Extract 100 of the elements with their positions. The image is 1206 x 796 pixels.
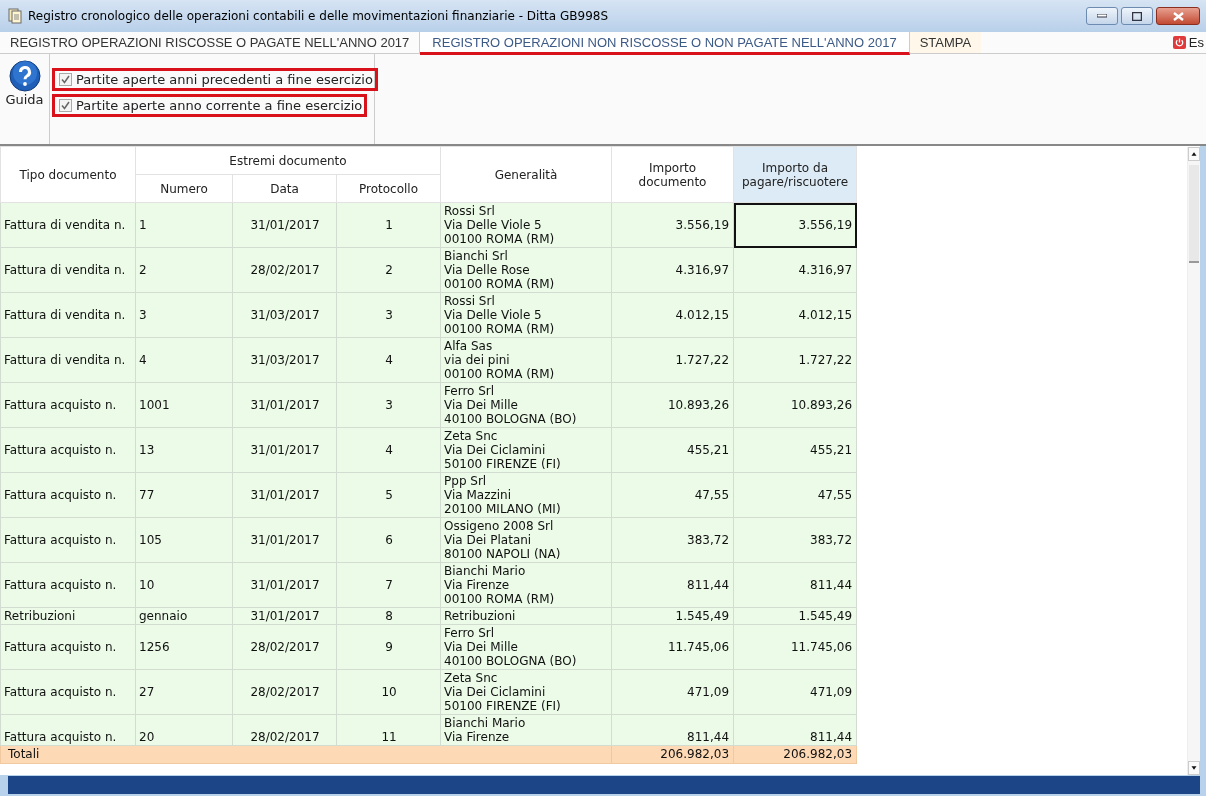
tab[interactable]: REGISTRO OPERAZIONI NON RISCOSSE O NON PAGATE NELL'ANNO 2017 (420, 32, 910, 55)
table-cell: 31/01/2017 (232, 202, 337, 248)
checkbox[interactable] (59, 99, 72, 112)
table-cell: Fattura acquisto n. (0, 382, 136, 428)
table-cell: 11.745,06 (733, 624, 857, 670)
column-header: Importo documento (611, 146, 734, 203)
table-cell: 31/03/2017 (232, 292, 337, 338)
table-cell: Bianchi Mario Via Firenze (440, 714, 612, 746)
table-cell: Ferro Srl Via Dei Mille 40100 BOLOGNA (BO) (440, 624, 612, 670)
table-cell: 4.012,15 (733, 292, 857, 338)
table-cell: 383,72 (611, 517, 734, 563)
table-cell: Zeta Snc Via Dei Ciclamini 50100 FIRENZE (FI) (440, 427, 612, 473)
scrollbar-thumb[interactable] (1189, 165, 1199, 263)
column-header: Numero (135, 174, 233, 203)
table-cell: 28/02/2017 (232, 247, 337, 293)
table-cell: 4.012,15 (611, 292, 734, 338)
table-cell: 9 (336, 624, 441, 670)
help-icon (8, 60, 41, 92)
table-cell: 1.727,22 (733, 337, 857, 383)
table-cell: Fattura di vendita n. (0, 202, 136, 248)
table-cell: 4.316,97 (733, 247, 857, 293)
table-cell: 3.556,19 (733, 202, 857, 248)
table-cell: 1001 (135, 382, 233, 428)
column-header: Tipo documento (0, 146, 136, 203)
table-cell: 1256 (135, 624, 233, 670)
table-cell: Fattura acquisto n. (0, 562, 136, 608)
table-cell: 455,21 (611, 427, 734, 473)
scroll-down-icon[interactable] (1188, 761, 1200, 775)
table-cell: Rossi Srl Via Delle Viole 5 00100 ROMA (RM) (440, 202, 612, 248)
close-icon (1172, 11, 1184, 21)
table-cell: 11.745,06 (611, 624, 734, 670)
maximize-icon (1132, 11, 1142, 21)
table-cell: Fattura acquisto n. (0, 669, 136, 715)
help-button[interactable]: Guida (0, 54, 50, 144)
table-cell: 105 (135, 517, 233, 563)
table-cell: 31/01/2017 (232, 472, 337, 518)
tab[interactable]: STAMPA (909, 32, 982, 53)
table-cell: 28/02/2017 (232, 714, 337, 746)
table-cell: 1 (336, 202, 441, 248)
table-cell: Fattura acquisto n. (0, 517, 136, 563)
table-cell: Fattura di vendita n. (0, 247, 136, 293)
table-cell: 20 (135, 714, 233, 746)
table-cell: 10.893,26 (611, 382, 734, 428)
table-cell: 471,09 (611, 669, 734, 715)
table-cell: Rossi Srl Via Delle Viole 5 00100 ROMA (RM) (440, 292, 612, 338)
table-cell: 3 (336, 292, 441, 338)
table-cell: Ppp Srl Via Mazzini 20100 MILANO (MI) (440, 472, 612, 518)
table-cell: 471,09 (733, 669, 857, 715)
table-cell: 31/01/2017 (232, 427, 337, 473)
table-cell: 31/01/2017 (232, 382, 337, 428)
table-cell: 2 (336, 247, 441, 293)
table-cell: Fattura acquisto n. (0, 427, 136, 473)
table-cell: 3.556,19 (611, 202, 734, 248)
table-cell: Zeta Snc Via Dei Ciclamini 50100 FIRENZE (FI) (440, 669, 612, 715)
table-cell: 10 (135, 562, 233, 608)
table-cell: 5 (336, 472, 441, 518)
table-cell: 3 (336, 382, 441, 428)
table-cell: Ossigeno 2008 Srl Via Dei Platani 80100 NAPOLI (NA) (440, 517, 612, 563)
table-cell: 455,21 (733, 427, 857, 473)
table-cell: 811,44 (611, 562, 734, 608)
table-cell: 811,44 (611, 714, 734, 746)
table-cell: Alfa Sas via dei pini 00100 ROMA (RM) (440, 337, 612, 383)
table-cell: 811,44 (733, 714, 857, 746)
table-cell: 6 (336, 517, 441, 563)
column-header: Protocollo (336, 174, 441, 203)
table-cell: Fattura di vendita n. (0, 337, 136, 383)
table-cell: 1 (135, 202, 233, 248)
table-cell: 2 (135, 247, 233, 293)
scroll-up-icon[interactable] (1188, 147, 1200, 161)
table-cell: 31/03/2017 (232, 337, 337, 383)
table-cell: 4 (135, 337, 233, 383)
table-cell: 31/01/2017 (232, 562, 337, 608)
table-cell: 28/02/2017 (232, 669, 337, 715)
checkbox-option[interactable]: Partite aperte anno corrente a fine esercizio (52, 94, 368, 117)
table-cell: 10 (336, 669, 441, 715)
maximize-button[interactable] (1121, 7, 1153, 25)
column-group-header: Estremi documento (135, 146, 441, 175)
table-cell: 28/02/2017 (232, 624, 337, 670)
table-cell: 7 (336, 562, 441, 608)
column-header: Generalità (440, 146, 612, 203)
exit-button[interactable]: Es (1172, 32, 1206, 53)
close-button[interactable] (1156, 7, 1200, 25)
scrollbar[interactable] (1187, 147, 1200, 775)
table-cell: Fattura acquisto n. (0, 624, 136, 670)
table-cell: 383,72 (733, 517, 857, 563)
table-cell: 31/01/2017 (232, 517, 337, 563)
checkbox[interactable] (59, 73, 72, 86)
power-icon (1172, 36, 1186, 49)
checkbox-option[interactable]: Partite aperte anni precedenti a fine esercizio (52, 68, 378, 91)
table-cell: 77 (135, 472, 233, 518)
window-title: Registro cronologico delle operazioni contabili e delle movimentazioni finanziarie - Ditta GB998S (28, 9, 610, 23)
minimize-icon (1097, 14, 1107, 18)
table-cell: Bianchi Mario Via Firenze 00100 ROMA (RM) (440, 562, 612, 608)
table-cell: 811,44 (733, 562, 857, 608)
table-cell: 3 (135, 292, 233, 338)
table-cell: 10.893,26 (733, 382, 857, 428)
column-header: Importo da pagare/riscuotere (733, 146, 857, 203)
table-cell: Bianchi Srl Via Delle Rose 00100 ROMA (RM) (440, 247, 612, 293)
table-cell: 1.727,22 (611, 337, 734, 383)
table-cell: Fattura acquisto n. (0, 472, 136, 518)
